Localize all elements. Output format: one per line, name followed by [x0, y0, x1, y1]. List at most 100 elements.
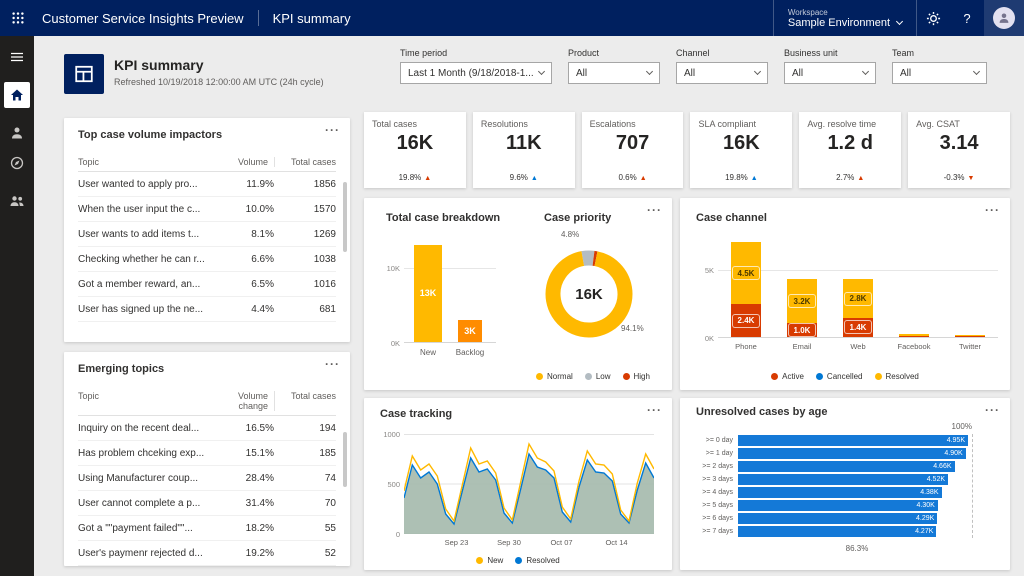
table-row[interactable]: Checking whether he can r...6.6%1038: [78, 247, 336, 272]
table-row[interactable]: User cannot complete a p...31.4%70: [78, 491, 336, 516]
hbar-category-label: >= 1 day: [694, 450, 738, 457]
cell-topic: When the user input the c...: [78, 204, 216, 215]
hbar-row-7-days[interactable]: >= 7 days4.27K: [694, 525, 996, 538]
filter-bar: Time periodLast 1 Month (9/18/2018-1...P…: [400, 48, 987, 84]
app-launcher-icon[interactable]: [0, 0, 36, 36]
kpi-card-total-cases[interactable]: Total cases16K19.8%▲: [364, 112, 466, 188]
hbar-bar[interactable]: 4.66K: [738, 461, 955, 472]
col-topic[interactable]: Topic: [78, 391, 210, 411]
filter-dropdown-team[interactable]: All: [892, 62, 987, 84]
table-row[interactable]: Using Manufacturer coup...28.4%74: [78, 466, 336, 491]
legend-item-cancelled[interactable]: Cancelled: [816, 372, 863, 381]
legend-item-resolved[interactable]: Resolved: [875, 372, 919, 381]
kpi-value: 16K: [698, 132, 784, 155]
col-total-cases[interactable]: Total cases: [274, 157, 336, 167]
more-options-icon[interactable]: ···: [985, 403, 1000, 417]
kpi-card-resolutions[interactable]: Resolutions11K9.6%▲: [473, 112, 575, 188]
col-volume[interactable]: Volume: [210, 157, 268, 167]
table-row[interactable]: When the user input the c...10.0%1570: [78, 197, 336, 222]
hbar-row-2-days[interactable]: >= 2 days4.66K: [694, 460, 996, 473]
filter-dropdown-channel[interactable]: All: [676, 62, 768, 84]
help-icon[interactable]: ?: [950, 0, 984, 36]
scrollbar[interactable]: [343, 182, 347, 252]
hbar-bar[interactable]: 4.30K: [738, 500, 938, 511]
table-row[interactable]: Inquiry on the recent deal...16.5%194: [78, 416, 336, 441]
table-row[interactable]: Got a member reward, an...6.5%1016: [78, 272, 336, 297]
unresolved-cases-by-age-card: Unresolved cases by age ··· 100% >= 0 da…: [680, 398, 1010, 570]
legend-item-high[interactable]: High: [623, 372, 650, 381]
legend-item-resolved[interactable]: Resolved: [515, 556, 559, 565]
bar-value-chip: 4.5K: [733, 267, 759, 279]
bar-segment-resolved-twitter[interactable]: [955, 335, 985, 337]
bar-backlog[interactable]: 3K: [458, 320, 482, 343]
more-options-icon[interactable]: ···: [647, 403, 662, 417]
kpi-card-escalations[interactable]: Escalations7070.6%▲: [582, 112, 684, 188]
hbar-row-0-day[interactable]: >= 0 day4.95K: [694, 434, 996, 447]
legend-item-new[interactable]: New: [476, 556, 503, 565]
hbar-bar[interactable]: 4.95K: [738, 435, 968, 446]
legend-item-active[interactable]: Active: [771, 372, 804, 381]
table-row[interactable]: Got a ""payment failed""...18.2%55: [78, 516, 336, 541]
table-row[interactable]: Has problem chceking exp...15.1%185: [78, 441, 336, 466]
chevron-down-icon: [973, 68, 980, 75]
priority-legend: Normal Low High: [514, 372, 672, 381]
sidebar-item-home[interactable]: [0, 80, 34, 110]
line-chart: [404, 434, 654, 539]
sidebar-item-agents[interactable]: [0, 186, 34, 216]
hbar-track: 4.66K: [738, 461, 996, 472]
settings-gear-icon[interactable]: [916, 0, 950, 36]
hbar-row-5-days[interactable]: >= 5 days4.30K: [694, 499, 996, 512]
hbar-bar[interactable]: 4.27K: [738, 526, 936, 537]
workspace-selector[interactable]: Workspace Sample Environment: [773, 0, 916, 36]
legend-dot: [623, 373, 630, 380]
more-options-icon[interactable]: ···: [647, 203, 662, 217]
legend-item-normal[interactable]: Normal: [536, 372, 573, 381]
col-total-cases[interactable]: Total cases: [274, 391, 336, 411]
hbar-row-4-days[interactable]: >= 4 days4.38K: [694, 486, 996, 499]
col-topic[interactable]: Topic: [78, 157, 210, 167]
kpi-card-avg-csat[interactable]: Avg. CSAT3.14-0.3%▼: [908, 112, 1010, 188]
nav-menu-toggle[interactable]: [0, 42, 34, 72]
page-title: KPI summary: [114, 57, 203, 73]
cell-metric: 4.4%: [216, 304, 274, 315]
kpi-summary-logo: [64, 54, 104, 94]
user-avatar[interactable]: [984, 0, 1024, 36]
more-options-icon[interactable]: ···: [325, 357, 340, 371]
kpi-card-avg-resolve-time[interactable]: Avg. resolve time1.2 d2.7%▲: [799, 112, 901, 188]
bar-new[interactable]: 13K: [414, 245, 442, 343]
refresh-timestamp: Refreshed 10/19/2018 12:00:00 AM UTC (24…: [114, 77, 324, 87]
filter-dropdown-business-unit[interactable]: All: [784, 62, 876, 84]
hbar-row-6-days[interactable]: >= 6 days4.29K: [694, 512, 996, 525]
filter-dropdown-time-period[interactable]: Last 1 Month (9/18/2018-1...: [400, 62, 552, 84]
bar-value-chip: 2.4K: [733, 315, 759, 327]
top-case-volume-impactors-card: Top case volume impactors ··· TopicVolum…: [64, 118, 350, 342]
bar-segment-resolved-facebook[interactable]: [899, 334, 929, 336]
sidebar-item-explore[interactable]: [0, 148, 34, 178]
table-row[interactable]: User wants to add items t...8.1%1269: [78, 222, 336, 247]
table-row[interactable]: User wanted to apply pro...11.9%1856: [78, 172, 336, 197]
chevron-down-icon: [646, 68, 653, 75]
hbar-bar[interactable]: 4.90K: [738, 448, 966, 459]
sidebar-item-customers[interactable]: [0, 118, 34, 148]
legend-item-low[interactable]: Low: [585, 372, 611, 381]
filter-dropdown-product[interactable]: All: [568, 62, 660, 84]
hbar-bar[interactable]: 4.38K: [738, 487, 942, 498]
hbar-chart: 100% >= 0 day4.95K>= 1 day4.90K>= 2 days…: [694, 422, 996, 564]
topbar-right-cluster: Workspace Sample Environment ?: [773, 0, 1024, 36]
emerging-topics-card: Emerging topics ··· TopicVolume changeTo…: [64, 352, 350, 566]
hbar-row-1-day[interactable]: >= 1 day4.90K: [694, 447, 996, 460]
table-row[interactable]: User's paymenr rejected d...19.2%52: [78, 541, 336, 566]
hbar-bar[interactable]: 4.29K: [738, 513, 937, 524]
more-options-icon[interactable]: ···: [985, 203, 1000, 217]
table-row[interactable]: User has signed up the ne...4.4%681: [78, 297, 336, 322]
hbar-row-3-days[interactable]: >= 3 days4.52K: [694, 473, 996, 486]
more-options-icon[interactable]: ···: [325, 123, 340, 137]
kpi-card-sla-compliant[interactable]: SLA compliant16K19.8%▲: [690, 112, 792, 188]
hbar-track: 4.52K: [738, 474, 996, 485]
hbar-bar[interactable]: 4.52K: [738, 474, 948, 485]
waffle-icon: [11, 11, 25, 25]
hbar-track: 4.29K: [738, 513, 996, 524]
chart-title: Case channel: [696, 212, 767, 224]
scrollbar[interactable]: [343, 432, 347, 487]
col-volume-change[interactable]: Volume change: [210, 391, 268, 411]
